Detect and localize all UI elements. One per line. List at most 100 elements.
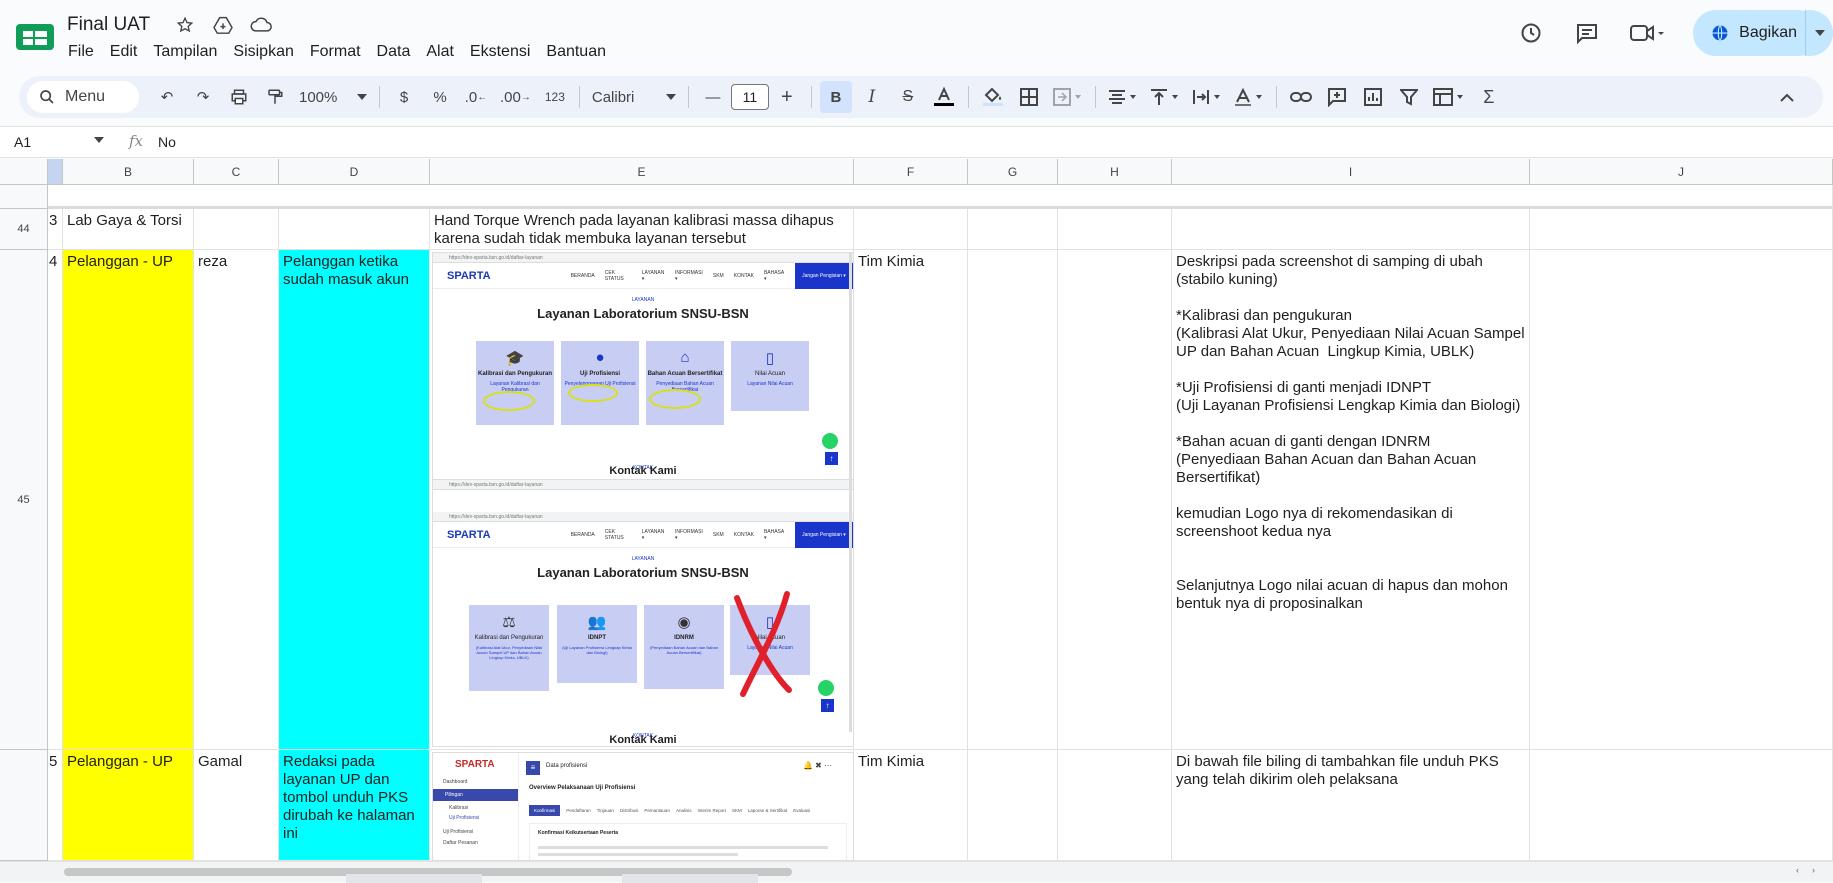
decrease-decimal-button[interactable]: .0 ← xyxy=(460,81,492,113)
italic-button[interactable]: I xyxy=(856,81,888,113)
name-box[interactable]: A1 xyxy=(14,134,31,150)
fill-color-icon[interactable] xyxy=(977,81,1009,113)
embedded-screenshot-before[interactable]: https://dev-sparta.bsn.go.id/daftar-laya… xyxy=(432,252,854,480)
menu-insert[interactable]: Sisipkan xyxy=(225,41,301,63)
cell-g46[interactable] xyxy=(968,750,1058,861)
zoom-select[interactable]: 100% xyxy=(295,81,371,113)
horizontal-align-icon[interactable] xyxy=(1104,81,1142,113)
text-rotation-icon[interactable] xyxy=(1230,81,1268,113)
menu-tools[interactable]: Alat xyxy=(418,41,462,63)
share-dropdown-icon[interactable] xyxy=(1805,10,1833,56)
scroll-right-icon[interactable]: › xyxy=(1812,865,1815,875)
menu-help[interactable]: Bantuan xyxy=(538,41,614,63)
collapse-toolbar-icon[interactable] xyxy=(1771,81,1803,113)
embedded-screenshot-profisiensi[interactable]: SPARTA Dashboard Pilingan Kalibrasi Uji … xyxy=(432,752,854,861)
menu-view[interactable]: Tampilan xyxy=(145,41,225,63)
column-header-d[interactable]: D xyxy=(279,159,430,185)
paint-format-icon[interactable] xyxy=(259,81,291,113)
menu-extensions[interactable]: Ekstensi xyxy=(462,41,538,63)
cell-a45[interactable]: 4 xyxy=(48,250,63,750)
cell-b46[interactable]: Pelanggan - UP xyxy=(63,750,194,861)
cell-i46[interactable]: Di bawah file biling di tambahkan file u… xyxy=(1172,750,1530,861)
undo-icon[interactable]: ↶ xyxy=(151,81,183,113)
sheets-logo-icon[interactable] xyxy=(16,22,54,52)
currency-format-button[interactable]: $ xyxy=(388,81,420,113)
cell-j46[interactable] xyxy=(1530,750,1833,861)
cell-c46[interactable]: Gamal xyxy=(194,750,279,861)
bold-button[interactable]: B xyxy=(819,81,852,113)
column-header-c[interactable]: C xyxy=(194,159,279,185)
borders-icon[interactable] xyxy=(1013,81,1045,113)
star-icon[interactable] xyxy=(174,14,196,36)
merge-cells-icon[interactable] xyxy=(1049,81,1087,113)
document-title[interactable]: Final UAT xyxy=(67,14,150,36)
blank-row[interactable] xyxy=(48,185,1833,209)
row-header-44[interactable]: 44 xyxy=(0,209,48,250)
text-wrapping-icon[interactable] xyxy=(1188,81,1226,113)
cell-j45[interactable] xyxy=(1530,250,1833,750)
menu-edit[interactable]: Edit xyxy=(102,41,146,63)
meet-video-icon[interactable] xyxy=(1621,13,1673,53)
menu-format[interactable]: Format xyxy=(302,41,369,63)
cell-h46[interactable] xyxy=(1058,750,1172,861)
scroll-left-icon[interactable]: ‹ xyxy=(1796,865,1799,875)
filter-views-icon[interactable] xyxy=(1429,81,1469,113)
cell-a46[interactable]: 5 xyxy=(48,750,63,861)
column-header-e[interactable]: E xyxy=(430,159,854,185)
cell-d45[interactable]: Pelanggan ketika sudah masuk akun xyxy=(279,250,430,750)
font-select[interactable]: Calibri xyxy=(588,81,680,113)
column-header-i[interactable]: I xyxy=(1172,159,1530,185)
cell-d44[interactable] xyxy=(279,209,430,250)
cell-j44[interactable] xyxy=(1530,209,1833,250)
print-icon[interactable] xyxy=(223,81,255,113)
column-header-f[interactable]: F xyxy=(854,159,968,185)
formula-input[interactable]: No xyxy=(158,134,176,150)
font-size-input[interactable]: 11 xyxy=(730,84,769,110)
cell-g44[interactable] xyxy=(968,209,1058,250)
column-header-b[interactable]: B xyxy=(63,159,194,185)
version-history-icon[interactable] xyxy=(1509,13,1553,53)
cell-h45[interactable] xyxy=(1058,250,1172,750)
decrease-font-size-button[interactable]: — xyxy=(697,81,729,113)
select-all-corner[interactable] xyxy=(0,159,48,185)
strikethrough-icon[interactable]: S xyxy=(892,81,924,113)
increase-decimal-button[interactable]: .00 → xyxy=(496,81,535,113)
cell-f45[interactable]: Tim Kimia xyxy=(854,250,968,750)
menu-data[interactable]: Data xyxy=(369,41,419,63)
vertical-scrollbar[interactable] xyxy=(849,252,852,732)
cell-f44[interactable] xyxy=(854,209,968,250)
cell-d46[interactable]: Redaksi pada layanan UP dan tombol unduh… xyxy=(279,750,430,861)
cell-c44[interactable] xyxy=(194,209,279,250)
percent-format-button[interactable]: % xyxy=(424,81,456,113)
column-header-g[interactable]: G xyxy=(968,159,1058,185)
cloud-status-icon[interactable] xyxy=(250,14,272,36)
redo-icon[interactable]: ↷ xyxy=(187,81,219,113)
cell-b45[interactable]: Pelanggan - UP xyxy=(63,250,194,750)
column-header-a[interactable] xyxy=(48,159,63,185)
cell-h44[interactable] xyxy=(1058,209,1172,250)
insert-link-icon[interactable] xyxy=(1285,81,1317,113)
text-color-icon[interactable] xyxy=(928,81,960,113)
insert-chart-icon[interactable] xyxy=(1357,81,1389,113)
menu-file[interactable]: File xyxy=(60,41,102,63)
menu-search[interactable]: Menu xyxy=(27,81,139,113)
insert-comment-icon[interactable] xyxy=(1321,81,1353,113)
move-to-drive-icon[interactable] xyxy=(212,14,234,36)
cell-a44[interactable]: 3 xyxy=(48,209,63,250)
cell-c45[interactable]: reza xyxy=(194,250,279,750)
cell-e44[interactable]: Hand Torque Wrench pada layanan kalibras… xyxy=(430,209,854,250)
increase-font-size-button[interactable]: + xyxy=(771,81,803,113)
cell-i45[interactable]: Deskripsi pada screenshot di samping di … xyxy=(1172,250,1530,750)
vertical-align-icon[interactable] xyxy=(1146,81,1184,113)
more-formats-button[interactable]: 123 xyxy=(539,81,571,113)
cell-b44[interactable]: Lab Gaya & Torsi xyxy=(63,209,194,250)
column-header-h[interactable]: H xyxy=(1058,159,1172,185)
cell-g45[interactable] xyxy=(968,250,1058,750)
column-header-j[interactable]: J xyxy=(1530,159,1833,185)
comments-icon[interactable] xyxy=(1565,13,1609,53)
chevron-down-icon[interactable] xyxy=(94,137,104,143)
functions-icon[interactable]: Σ xyxy=(1473,81,1505,113)
row-header-46[interactable] xyxy=(0,750,48,861)
cell-f46[interactable]: Tim Kimia xyxy=(854,750,968,861)
share-button[interactable]: Bagikan xyxy=(1693,10,1821,56)
